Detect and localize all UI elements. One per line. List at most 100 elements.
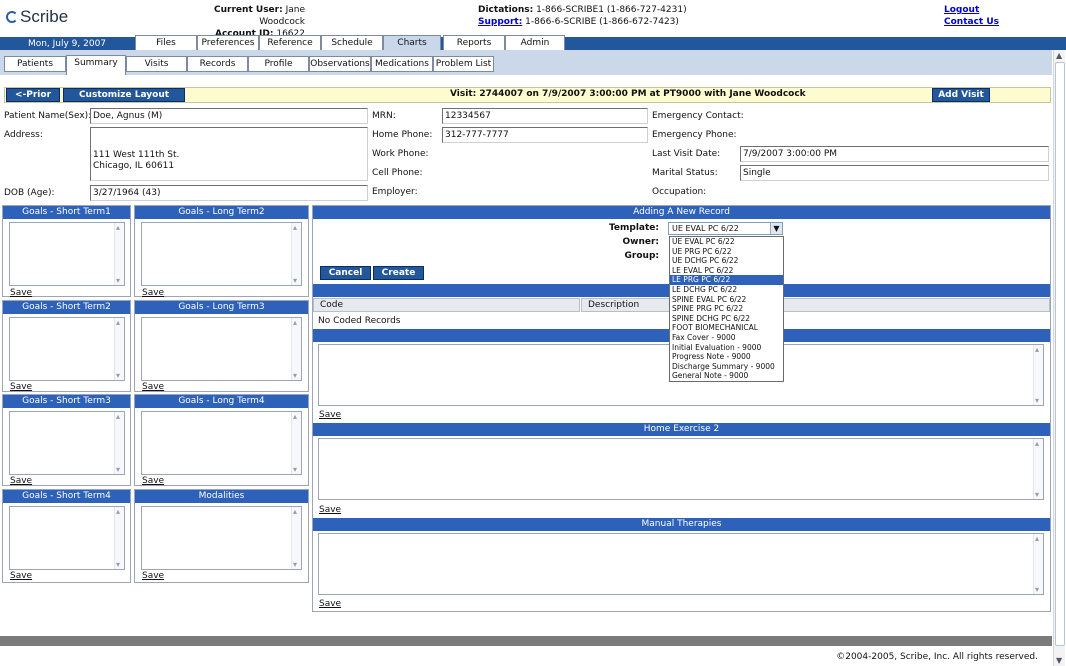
add-visit-button[interactable]: Add Visit — [932, 88, 990, 102]
scrollbar[interactable] — [114, 507, 124, 569]
goals-long-term3-textarea[interactable] — [141, 317, 302, 381]
last-visit-label: Last Visit Date: — [652, 149, 721, 159]
dropdown-option[interactable]: SPINE EVAL PC 6/22 — [670, 295, 783, 305]
tab-charts[interactable]: Charts — [383, 35, 441, 50]
goals-short-term3-panel: Goals - Short Term3 Save — [2, 394, 131, 486]
subtab-problem-list[interactable]: Problem List — [433, 56, 494, 72]
dropdown-option[interactable]: UE PRG PC 6/22 — [670, 247, 783, 257]
goals-short-term1-textarea[interactable] — [9, 222, 125, 286]
subtab-visits[interactable]: Visits — [126, 56, 187, 72]
customize-layout-button[interactable]: Customize Layout — [63, 88, 185, 102]
cancel-button[interactable]: Cancel — [320, 266, 371, 280]
save-link[interactable]: Save — [142, 382, 164, 392]
scroll-down-icon[interactable]: ▼ — [1056, 656, 1062, 665]
save-link[interactable]: Save — [142, 288, 164, 298]
scrollbar[interactable] — [291, 412, 301, 474]
modalities-textarea[interactable] — [141, 506, 302, 570]
contact-info: Dictations: 1-866-SCRIBE1 (1-866-727-423… — [478, 4, 728, 28]
dropdown-option[interactable]: LE PRG PC 6/22 — [670, 275, 783, 285]
save-link[interactable]: Save — [10, 571, 32, 581]
dob-field: 3/27/1964 (43) — [90, 185, 368, 201]
dropdown-option[interactable]: UE DCHG PC 6/22 — [670, 256, 783, 266]
goals-short-term3-textarea[interactable] — [9, 411, 125, 475]
subtab-medications[interactable]: Medications — [371, 56, 433, 72]
template-dropdown-list[interactable]: UE EVAL PC 6/22 UE PRG PC 6/22 UE DCHG PC … — [669, 236, 784, 382]
goals-short-term1-panel: Goals - Short Term1 Save — [2, 205, 131, 298]
description-column-header[interactable]: Description — [581, 298, 1050, 312]
dob-label: DOB (Age): — [4, 188, 55, 198]
scrollbar[interactable] — [291, 318, 301, 380]
dropdown-option[interactable]: UE EVAL PC 6/22 — [670, 237, 783, 247]
scrollbar[interactable] — [114, 223, 124, 285]
subtab-observations[interactable]: Observations — [309, 56, 371, 72]
employer-label: Employer: — [372, 187, 418, 197]
save-link[interactable]: Save — [10, 382, 32, 392]
save-link[interactable]: Save — [319, 599, 341, 609]
support-link[interactable]: Support: — [478, 17, 522, 27]
bottom-bar — [0, 636, 1052, 646]
tab-preferences[interactable]: Preferences — [197, 35, 259, 50]
new-record-title: Adding A New Record — [313, 206, 1050, 219]
subtab-summary[interactable]: Summary — [66, 55, 126, 75]
scroll-up-icon[interactable]: ▲ — [1056, 51, 1062, 60]
create-button[interactable]: Create — [373, 266, 424, 280]
goals-long-term3-panel: Goals - Long Term3 Save — [134, 300, 309, 392]
dropdown-option[interactable]: Initial Evaluation - 9000 — [670, 343, 783, 353]
dropdown-option[interactable]: Fax Cover - 9000 — [670, 333, 783, 343]
chevron-down-icon[interactable]: ▼ — [770, 223, 782, 234]
page-scrollbar[interactable]: ▲ ▼ — [1053, 50, 1065, 666]
save-link[interactable]: Save — [142, 476, 164, 486]
tab-reports[interactable]: Reports — [443, 35, 505, 50]
save-link[interactable]: Save — [10, 476, 32, 486]
home-exercise-2-textarea[interactable] — [318, 438, 1044, 500]
manual-therapies-textarea[interactable] — [318, 533, 1044, 595]
scrollbar[interactable] — [114, 318, 124, 380]
scrollbar[interactable] — [291, 223, 301, 285]
code-column-header[interactable]: Code — [313, 298, 580, 312]
save-link[interactable]: Save — [10, 288, 32, 298]
goals-short-term2-panel: Goals - Short Term2 Save — [2, 300, 131, 392]
subtab-patients[interactable]: Patients — [4, 56, 66, 72]
logout-link[interactable]: Logout — [944, 5, 979, 15]
save-link[interactable]: Save — [319, 410, 341, 420]
emergency-phone-label: Emergency Phone: — [652, 130, 737, 140]
prior-button[interactable]: <-Prior — [6, 88, 60, 102]
template-select[interactable]: UE EVAL PC 6/22 ▼ — [668, 222, 783, 235]
dropdown-option[interactable]: Discharge Summary - 9000 — [670, 362, 783, 372]
tab-admin[interactable]: Admin — [505, 35, 565, 50]
dropdown-option[interactable]: SPINE DCHG PC 6/22 — [670, 314, 783, 324]
dropdown-option[interactable]: FOOT BIOMECHANICAL — [670, 323, 783, 333]
dropdown-option[interactable]: LE DCHG PC 6/22 — [670, 285, 783, 295]
group-label: Group: — [624, 251, 659, 261]
tab-reference[interactable]: Reference — [259, 35, 321, 50]
subtab-records[interactable]: Records — [187, 56, 248, 72]
scrollbar[interactable] — [1033, 439, 1043, 499]
scrollbar[interactable] — [291, 507, 301, 569]
patient-name-field: Doe, Agnus (M) — [90, 108, 368, 124]
template-select-value: UE EVAL PC 6/22 — [672, 224, 739, 233]
scroll-thumb[interactable] — [1055, 62, 1065, 646]
dictations-number: 1-866-SCRIBE1 (1-866-727-4231) — [536, 5, 687, 15]
dropdown-option[interactable]: Progress Note - 9000 — [670, 352, 783, 362]
home-phone-label: Home Phone: — [372, 130, 433, 140]
goals-long-term2-textarea[interactable] — [141, 222, 302, 286]
save-link[interactable]: Save — [319, 505, 341, 515]
scrollbar[interactable] — [1033, 345, 1043, 405]
goals-long-term4-textarea[interactable] — [141, 411, 302, 475]
save-link[interactable]: Save — [142, 571, 164, 581]
goals-short-term4-textarea[interactable] — [9, 506, 125, 570]
goals-short-term2-textarea[interactable] — [9, 317, 125, 381]
dictations-label: Dictations: — [478, 5, 534, 15]
scrollbar[interactable] — [114, 412, 124, 474]
tab-schedule[interactable]: Schedule — [321, 35, 383, 50]
dropdown-option[interactable]: General Note - 9000 — [670, 371, 783, 381]
scrollbar[interactable] — [1033, 534, 1043, 594]
contact-us-link[interactable]: Contact Us — [944, 17, 999, 27]
dropdown-option[interactable]: SPINE PRG PC 6/22 — [670, 304, 783, 314]
panel-title: Goals - Short Term4 — [3, 490, 130, 503]
dropdown-option[interactable]: LE EVAL PC 6/22 — [670, 266, 783, 276]
subtab-profile[interactable]: Profile — [248, 56, 309, 72]
visit-info: Visit: 2744007 on 7/9/2007 3:00:00 PM at… — [450, 89, 806, 99]
support-number: 1-866-6-SCRIBE (1-866-672-7423) — [525, 17, 679, 27]
tab-files[interactable]: Files — [135, 35, 197, 50]
